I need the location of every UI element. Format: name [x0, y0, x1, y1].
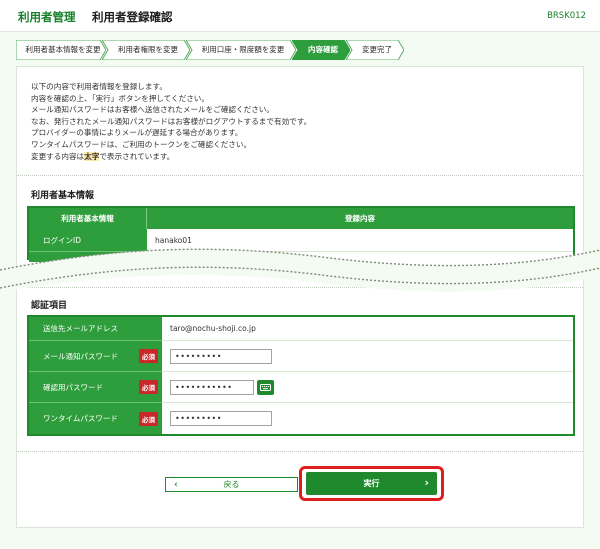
row-label-email: 送信先メールアドレス: [29, 317, 162, 341]
section-title-basic-info: 利用者基本情報: [31, 191, 95, 201]
table-row: ワンタイムパスワード 必須 •••••••••: [29, 403, 573, 434]
execute-button-highlight: 実行 ›: [299, 466, 444, 501]
instruction-line: メール通知パスワードはお客様へ送信されたメールをご確認ください。: [31, 105, 274, 115]
omission-cut-mark: [0, 248, 600, 292]
row-value-mail-password: •••••••••: [162, 341, 573, 372]
step-5-label: 変更完了: [362, 45, 392, 54]
step-2-label: 利用者権限を変更: [118, 45, 178, 54]
required-badge: 必須: [139, 380, 158, 394]
step-5: 変更完了: [346, 40, 404, 60]
auth-table: 送信先メールアドレス taro@nochu-shoji.co.jp メール通知パ…: [27, 315, 575, 436]
instruction-line: 内容を確認の上、「実行」ボタンを押してください。: [31, 93, 209, 103]
row-label-confirm-password: 確認用パスワード 必須: [29, 372, 162, 403]
step-4-current: 内容確認: [292, 40, 350, 60]
page-title: 利用者登録確認: [92, 10, 173, 24]
instruction-line: 変更する内容は太字で表示されています。: [31, 151, 175, 161]
column-header-value: 登録内容: [345, 214, 375, 223]
bold-highlight-sample: 太字: [84, 151, 100, 161]
divider: [17, 175, 583, 176]
mail-password-input[interactable]: •••••••••: [170, 348, 272, 364]
onetime-password-input[interactable]: •••••••••: [170, 411, 272, 426]
instruction-line: なお、発行されたメール通知パスワードはお客様がログアウトするまで有効です。: [31, 116, 312, 126]
instruction-line: プロバイダーの事情によりメールが遅延する場合があります。: [31, 128, 243, 138]
page-category: 利用者管理: [18, 10, 76, 24]
chevron-right-icon: ›: [424, 476, 429, 489]
step-1-label: 利用者基本情報を変更: [25, 45, 101, 54]
step-1: 利用者基本情報を変更: [16, 40, 106, 60]
execute-button[interactable]: 実行 ›: [306, 472, 437, 495]
step-4-label: 内容確認: [308, 45, 338, 54]
chevron-left-icon: ‹: [174, 480, 178, 490]
row-value-confirm-password: •••••••••••: [162, 372, 573, 403]
instruction-line: ワンタイムパスワードは、ご利用のトークンをご確認ください。: [31, 139, 252, 149]
instruction-line: 以下の内容で利用者情報を登録します。: [31, 82, 167, 91]
page-header: 利用者管理 利用者登録確認 BRSK012: [0, 0, 600, 32]
screen-code: BRSK012: [547, 11, 586, 21]
instructions: 以下の内容で利用者情報を登録します。 内容を確認の上、「実行」ボタンを押してくだ…: [31, 81, 311, 162]
back-button-label: 戻る: [223, 480, 240, 489]
execute-button-label: 実行: [363, 479, 380, 488]
step-3: 利用口座・限度額を変更: [186, 40, 296, 60]
content-card: 以下の内容で利用者情報を登録します。 内容を確認の上、「実行」ボタンを押してくだ…: [16, 66, 584, 528]
table-header: 利用者基本情報 登録内容: [29, 208, 573, 229]
keyboard-icon: [260, 383, 271, 391]
column-header-item: 利用者基本情報: [29, 208, 147, 229]
row-value-email: taro@nochu-shoji.co.jp: [162, 317, 573, 341]
step-2: 利用者権限を変更: [102, 40, 190, 60]
divider: [17, 451, 583, 452]
software-keyboard-button[interactable]: [257, 379, 274, 395]
table-row: 確認用パスワード 必須 •••••••••••: [29, 372, 573, 403]
confirm-password-input[interactable]: •••••••••••: [170, 379, 254, 395]
table-row: メール通知パスワード 必須 •••••••••: [29, 341, 573, 372]
required-badge: 必須: [139, 411, 158, 426]
row-value-onetime-password: •••••••••: [162, 403, 573, 434]
progress-steps: 利用者基本情報を変更 利用者権限を変更 利用口座・限度額を変更 内容確認 変更完…: [16, 40, 404, 60]
row-label-mail-password: メール通知パスワード 必須: [29, 341, 162, 372]
section-title-auth: 認証項目: [31, 301, 68, 311]
back-button[interactable]: ‹ 戻る: [165, 477, 298, 492]
table-row: 送信先メールアドレス taro@nochu-shoji.co.jp: [29, 317, 573, 341]
row-label-onetime-password: ワンタイムパスワード 必須: [29, 403, 162, 434]
step-3-label: 利用口座・限度額を変更: [201, 45, 285, 54]
required-badge: 必須: [139, 349, 158, 363]
